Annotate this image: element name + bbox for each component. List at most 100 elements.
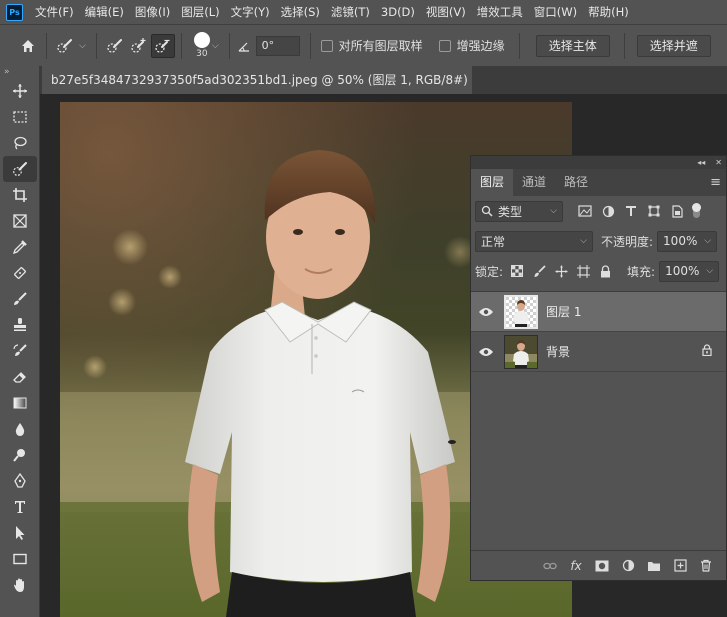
layer-name: 图层 1 [546, 305, 582, 319]
filter-kind-dropdown[interactable]: 类型 ⌵ [475, 200, 563, 222]
filter-type-icon[interactable] [623, 203, 639, 219]
chevron-down-icon[interactable]: ⌵ [212, 41, 219, 51]
menu-bar: Ps 文件(F) 编辑(E) 图像(I) 图层(L) 文字(Y) 选择(S) 滤… [0, 0, 727, 24]
link-layers-icon[interactable] [542, 558, 558, 574]
collapse-toolbox-icon[interactable]: » [0, 66, 39, 78]
clone-stamp-tool-icon[interactable] [3, 312, 37, 338]
close-panel-icon[interactable]: ✕ [715, 158, 722, 167]
angle-input[interactable]: 0° [255, 35, 300, 56]
menu-view[interactable]: 视图(V) [426, 4, 466, 20]
add-mask-icon[interactable] [594, 558, 610, 574]
chevron-down-icon: ⌵ [550, 206, 557, 216]
opacity-input[interactable]: 100% ⌵ [657, 230, 718, 252]
menu-image[interactable]: 图像(I) [135, 4, 170, 20]
layer-row-layer-1[interactable]: 图层 1 [471, 292, 726, 332]
new-group-folder-icon[interactable] [646, 558, 662, 574]
eye-visibility-icon[interactable] [471, 347, 501, 357]
frame-tool-icon[interactable] [3, 208, 37, 234]
lock-position-icon[interactable] [553, 263, 569, 279]
hand-tool-icon[interactable] [3, 572, 37, 598]
new-selection-icon[interactable] [103, 34, 127, 58]
move-tool-icon[interactable] [3, 78, 37, 104]
lock-fill-row: 锁定: 填充: 100% ⌵ [471, 256, 726, 286]
blend-mode-dropdown[interactable]: 正常 ⌵ [475, 230, 593, 252]
filter-shape-icon[interactable] [646, 203, 662, 219]
brush-picker[interactable]: 30 [193, 32, 210, 59]
layers-panel: ◂◂ ✕ 图层 通道 路径 ≡ 类型 ⌵ 正常 ⌵ 不透明度: 100% ⌵ 锁… [470, 155, 727, 581]
layer-row-background[interactable]: 背景 [471, 332, 726, 372]
dodge-tool-icon[interactable] [3, 442, 37, 468]
menu-filter[interactable]: 滤镜(T) [331, 4, 370, 20]
enhance-edge-checkbox[interactable] [438, 39, 451, 52]
filter-kind-value: 类型 [498, 204, 523, 219]
divider [95, 32, 97, 59]
healing-brush-tool-icon[interactable] [3, 260, 37, 286]
fill-label: 填充: [627, 264, 656, 279]
tab-channels[interactable]: 通道 [513, 169, 555, 196]
chevron-down-icon: ⌵ [580, 236, 587, 246]
menu-window[interactable]: 窗口(W) [534, 4, 577, 20]
opacity-label: 不透明度: [601, 234, 654, 249]
marquee-tool-icon[interactable] [3, 104, 37, 130]
select-and-mask-button[interactable]: 选择并遮 [636, 34, 711, 57]
filter-pixel-icon[interactable] [577, 203, 593, 219]
eyedropper-tool-icon[interactable] [3, 234, 37, 260]
home-icon[interactable] [16, 34, 40, 58]
toolbox: » [0, 66, 40, 617]
rectangle-tool-icon[interactable] [3, 546, 37, 572]
chevron-down-icon[interactable]: ⌵ [79, 41, 86, 51]
quick-selection-preset-icon[interactable] [53, 34, 77, 58]
crop-tool-icon[interactable] [3, 182, 37, 208]
filter-smart-object-icon[interactable] [669, 203, 685, 219]
lasso-tool-icon[interactable] [3, 130, 37, 156]
layers-list: 图层 1 背景 [471, 291, 726, 551]
filter-adjustment-icon[interactable] [600, 203, 616, 219]
type-tool-icon[interactable] [3, 494, 37, 520]
select-subject-button[interactable]: 选择主体 [535, 34, 610, 57]
pen-tool-icon[interactable] [3, 468, 37, 494]
layer-style-fx-icon[interactable]: fx [568, 558, 584, 574]
fill-input[interactable]: 100% ⌵ [659, 260, 720, 282]
brush-tip-icon [193, 32, 210, 48]
eraser-tool-icon[interactable] [3, 364, 37, 390]
lock-transparent-pixels-icon[interactable] [509, 263, 525, 279]
brush-tool-icon[interactable] [3, 286, 37, 312]
quick-selection-tool-icon[interactable] [3, 156, 37, 182]
opacity-value: 100% [663, 234, 698, 248]
search-icon [481, 205, 493, 217]
new-adjustment-layer-icon[interactable] [620, 558, 636, 574]
menu-file[interactable]: 文件(F) [35, 4, 74, 20]
eye-visibility-icon[interactable] [471, 307, 501, 317]
menu-edit[interactable]: 编辑(E) [85, 4, 124, 20]
photoshop-logo-icon: Ps [6, 3, 23, 21]
path-selection-tool-icon[interactable] [3, 520, 37, 546]
new-layer-icon[interactable] [672, 558, 688, 574]
sample-all-layers-checkbox[interactable] [320, 39, 333, 52]
blur-tool-icon[interactable] [3, 416, 37, 442]
history-brush-tool-icon[interactable] [3, 338, 37, 364]
layer-lock-icon [702, 344, 712, 359]
layer-filter-row: 类型 ⌵ [471, 196, 726, 226]
lock-all-icon[interactable] [597, 263, 613, 279]
filter-toggle[interactable] [692, 203, 701, 218]
menu-help[interactable]: 帮助(H) [588, 4, 629, 20]
divider [46, 32, 47, 59]
menu-3d[interactable]: 3D(D) [381, 5, 415, 19]
enhance-edge-label: 增强边缘 [456, 39, 505, 53]
menu-select[interactable]: 选择(S) [281, 4, 320, 20]
panel-menu-icon[interactable]: ≡ [710, 175, 721, 190]
collapse-panel-icon[interactable]: ◂◂ [697, 158, 705, 167]
add-to-selection-icon[interactable] [127, 34, 151, 58]
lock-artboard-icon[interactable] [575, 263, 591, 279]
panel-header: ◂◂ ✕ [471, 156, 726, 169]
tab-paths[interactable]: 路径 [555, 169, 597, 196]
lock-image-pixels-icon[interactable] [531, 263, 547, 279]
menu-layer[interactable]: 图层(L) [181, 4, 219, 20]
menu-type[interactable]: 文字(Y) [231, 4, 270, 20]
gradient-tool-icon[interactable] [3, 390, 37, 416]
menu-plugins[interactable]: 增效工具 [477, 4, 523, 20]
tab-layers[interactable]: 图层 [471, 169, 514, 196]
delete-layer-trash-icon[interactable] [698, 558, 714, 574]
subtract-from-selection-icon[interactable] [150, 33, 175, 58]
document-tab[interactable]: b27e5f3484732937350f5ad302351bd1.jpeg @ … [42, 66, 472, 94]
